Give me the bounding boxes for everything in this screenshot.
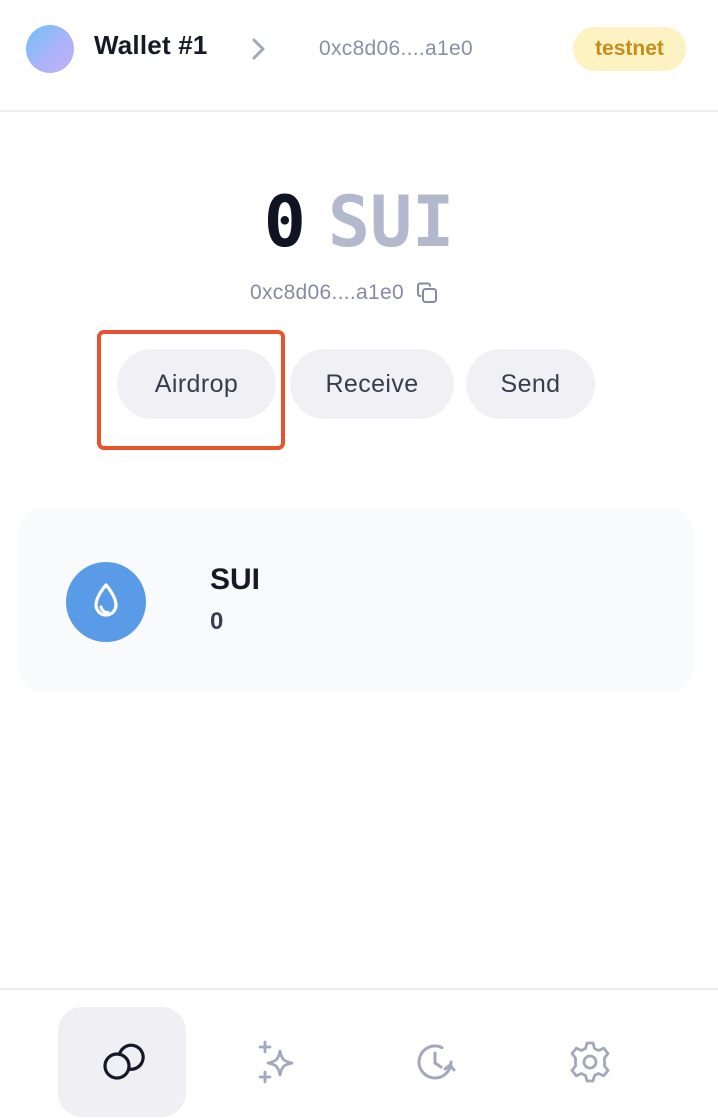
- nav-tokens[interactable]: [58, 1007, 186, 1117]
- chevron-right-icon[interactable]: [248, 36, 270, 62]
- network-badge: testnet: [573, 27, 686, 71]
- history-clock-icon: [417, 1044, 456, 1080]
- coin-symbol: SUI: [210, 563, 261, 596]
- coin-list-item[interactable]: SUI 0: [18, 508, 694, 692]
- coins-icon: [103, 1043, 145, 1080]
- balance-symbol: SUI: [327, 181, 455, 263]
- nav-activity[interactable]: [371, 1007, 499, 1117]
- address-copy-row[interactable]: 0xc8d06....a1e0: [250, 281, 439, 305]
- balance-display: 0 SUI: [0, 178, 718, 266]
- wallet-name[interactable]: Wallet #1: [94, 30, 208, 61]
- nav-apps[interactable]: [214, 1007, 342, 1117]
- wallet-header: Wallet #1 0xc8d06....a1e0 testnet: [0, 0, 718, 112]
- nav-settings[interactable]: [526, 1007, 654, 1117]
- send-button[interactable]: Send: [466, 349, 595, 419]
- receive-button[interactable]: Receive: [290, 349, 454, 419]
- copy-icon[interactable]: [415, 281, 439, 305]
- coin-balance: 0: [210, 608, 224, 635]
- sui-drop-icon: [66, 562, 146, 642]
- header-wallet-address[interactable]: 0xc8d06....a1e0: [319, 37, 473, 61]
- bottom-navigation: [0, 988, 718, 1118]
- balance-amount: 0: [263, 181, 306, 263]
- airdrop-button[interactable]: Airdrop: [117, 349, 276, 419]
- gear-icon: [570, 1041, 610, 1083]
- sparkles-icon: [258, 1040, 294, 1084]
- wallet-address: 0xc8d06....a1e0: [250, 281, 404, 304]
- wallet-avatar[interactable]: [26, 25, 74, 73]
